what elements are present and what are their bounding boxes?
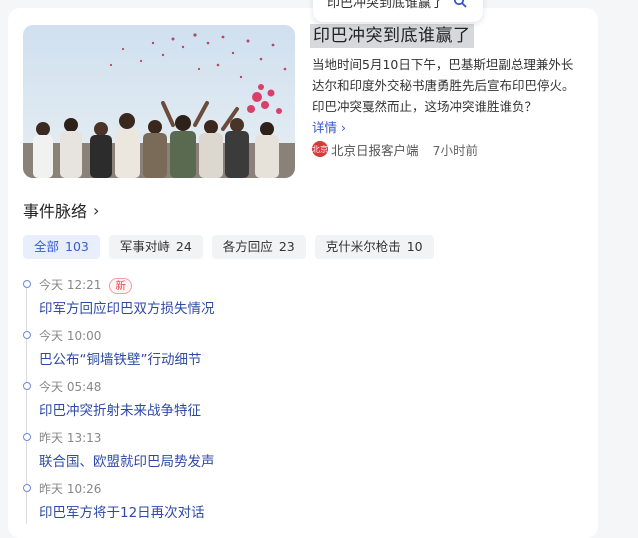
timeline-time: 今天 05:48 xyxy=(39,380,102,394)
search-icon[interactable] xyxy=(453,0,467,8)
source-name[interactable]: 北京日报客户端 xyxy=(331,140,419,159)
timeline-item[interactable]: 今天 05:48 印巴冲突折射未来战争特征 xyxy=(23,378,583,429)
tab-count: 24 xyxy=(175,239,192,254)
timeline-dot xyxy=(23,382,31,390)
crowd-celebration-image xyxy=(23,25,295,178)
news-card: 印巴冲突到底谁赢了 印巴冲突到底谁赢了 当地时间5月10日下午，巴基斯坦副总理兼… xyxy=(8,0,598,538)
source-logo-icon: 北京 xyxy=(312,141,328,157)
section-title: 事件脉络 xyxy=(23,202,88,221)
article-source: 北京 北京日报客户端 7小时前 xyxy=(312,140,478,158)
timeline-time: 今天 12:21 新 xyxy=(39,276,132,294)
timeline-dot xyxy=(23,280,31,288)
timeline-tabs: 全部 103 军事对峙 24 各方回应 23 克什米尔枪击 10 xyxy=(23,235,434,259)
tab-kashmir-shooting[interactable]: 克什米尔枪击 10 xyxy=(314,235,434,259)
timeline-time: 昨天 13:13 xyxy=(39,431,102,445)
article-summary: 当地时间5月10日下午，巴基斯坦副总理兼外长达尔和印度外交秘书唐勇胜先后宣布印巴… xyxy=(312,54,584,138)
timeline-time: 昨天 10:26 xyxy=(39,482,102,496)
detail-link[interactable]: 详情 › xyxy=(312,120,346,135)
tab-count: 10 xyxy=(406,239,423,254)
chevron-right-icon: › xyxy=(93,200,100,220)
tab-label: 克什米尔枪击 xyxy=(325,239,401,254)
tab-count: 23 xyxy=(278,239,295,254)
detail-link-label: 详情 xyxy=(312,120,338,135)
publish-time: 7小时前 xyxy=(432,142,478,158)
tab-military-standoff[interactable]: 军事对峙 24 xyxy=(108,235,203,259)
timeline-dot xyxy=(23,433,31,441)
summary-text: 当地时间5月10日下午，巴基斯坦副总理兼外长达尔和印度外交秘书唐勇胜先后宣布印巴… xyxy=(312,57,575,114)
search-query[interactable]: 印巴冲突到底谁赢了 xyxy=(327,0,457,11)
article-headline[interactable]: 印巴冲突到底谁赢了 xyxy=(310,24,474,48)
tab-label: 各方回应 xyxy=(222,239,273,254)
tab-responses[interactable]: 各方回应 23 xyxy=(211,235,306,259)
event-timeline-header[interactable]: 事件脉络 › xyxy=(23,198,99,222)
timeline-item[interactable]: 昨天 10:26 印巴军方将于12日再次对话 xyxy=(23,480,583,531)
time-text: 今天 12:21 xyxy=(39,278,102,292)
timeline-title[interactable]: 联合国、欧盟就印巴局势发声 xyxy=(39,450,215,470)
chevron-right-icon: › xyxy=(341,120,346,135)
news-photo[interactable] xyxy=(23,25,295,178)
timeline-list: 今天 12:21 新 印军方回应印巴双方损失情况 今天 10:00 巴公布“铜墙铁… xyxy=(23,276,583,531)
timeline-item[interactable]: 昨天 13:13 联合国、欧盟就印巴局势发声 xyxy=(23,429,583,480)
timeline-title[interactable]: 巴公布“铜墙铁壁”行动细节 xyxy=(39,348,202,368)
search-popup[interactable]: 印巴冲突到底谁赢了 xyxy=(313,0,483,22)
tab-label: 全部 xyxy=(34,239,60,254)
timeline-title[interactable]: 印军方回应印巴双方损失情况 xyxy=(39,297,215,317)
tab-label: 军事对峙 xyxy=(119,239,170,254)
timeline-time: 今天 10:00 xyxy=(39,329,102,343)
tab-count: 103 xyxy=(65,239,89,254)
timeline-item[interactable]: 今天 12:21 新 印军方回应印巴双方损失情况 xyxy=(23,276,583,327)
timeline-title[interactable]: 印巴冲突折射未来战争特征 xyxy=(39,399,201,419)
timeline-dot xyxy=(23,484,31,492)
timeline-title[interactable]: 印巴军方将于12日再次对话 xyxy=(39,501,205,521)
timeline-dot xyxy=(23,331,31,339)
new-badge: 新 xyxy=(109,278,132,294)
tab-all[interactable]: 全部 103 xyxy=(23,235,100,259)
timeline-item[interactable]: 今天 10:00 巴公布“铜墙铁壁”行动细节 xyxy=(23,327,583,378)
